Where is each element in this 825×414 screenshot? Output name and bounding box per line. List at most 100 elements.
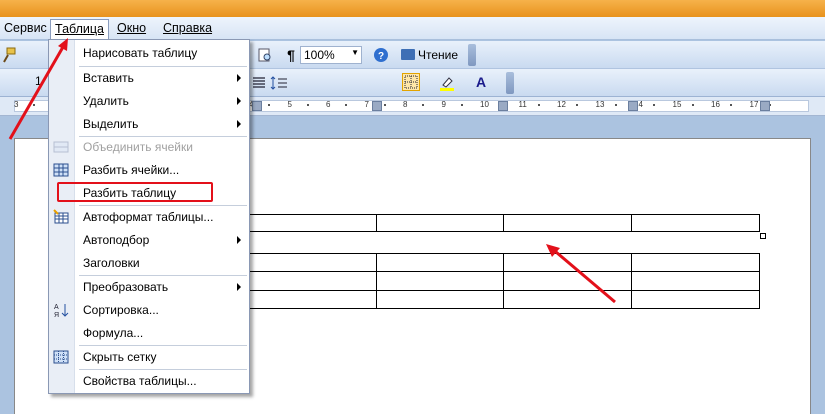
table-cell[interactable] [247,252,377,273]
ruler-column-marker[interactable] [760,101,770,111]
ruler-number: 9 [441,100,446,109]
menu-table-label: Таблица [55,22,105,36]
menu-item-sort[interactable]: Сортировка... [75,299,249,321]
ruler-number: 13 [595,100,605,109]
sort-icon: AЯ [53,302,69,319]
font-color-icon[interactable]: A [472,73,490,91]
table-autoformat-icon [53,209,69,225]
toolbar-grip[interactable] [468,44,476,66]
submenu-arrow-icon [237,74,241,82]
merge-cells-icon [53,139,69,155]
table-resize-handle[interactable] [760,233,766,239]
menu-item-label: Вставить [83,71,134,85]
menu-item-label: Формула... [83,326,144,340]
ruler-column-marker[interactable] [252,101,262,111]
menu-item-hide-gridlines[interactable]: Скрыть сетку [75,346,249,368]
table-cell[interactable] [631,271,760,291]
svg-text:?: ? [378,51,384,62]
table-cell[interactable] [503,271,633,291]
menu-item-table-autoformat[interactable]: Автоформат таблицы... [75,206,249,228]
menu-item-label: Удалить [83,94,129,108]
table-cell[interactable] [247,271,377,291]
submenu-arrow-icon [237,120,241,128]
menu-item-autofit[interactable]: Автоподбор [75,229,249,251]
ruler-column-marker[interactable] [372,101,382,111]
ruler-number: 3 [14,100,19,109]
borders-icon[interactable] [402,73,420,91]
menu-item-convert[interactable]: Преобразовать [75,276,249,298]
table-cell[interactable] [247,289,377,310]
menu-item-headings[interactable]: Заголовки [75,252,249,274]
menu-item-label: Скрыть сетку [83,350,157,364]
table-cell[interactable] [503,289,633,310]
toolbar-grip-2[interactable] [506,72,514,94]
submenu-arrow-icon [237,283,241,291]
ruler-tick [537,104,540,106]
ruler-tick [691,104,694,106]
zoom-value: 100% [304,48,335,62]
title-bar-strip [0,0,825,17]
chevron-down-icon: ▼ [351,48,359,57]
ruler-column-marker[interactable] [498,101,508,111]
submenu-arrow-icon [237,97,241,105]
table-cell[interactable] [247,214,377,232]
menu-item-label: Заголовки [83,256,140,270]
menu-item-formula[interactable]: Формула... [75,322,249,344]
ruler-tick [268,104,270,106]
ruler-number: 12 [557,100,566,109]
menu-bar: Сервис Таблица Окно Справка [0,17,825,40]
ruler-tick [345,104,347,106]
ruler-tick [614,104,617,106]
ruler-tick [33,104,35,106]
table-menu-dropdown: Нарисовать таблицу Вставить Удалить Выде… [48,39,250,394]
reading-label: Чтение [418,48,459,62]
font-size-partial[interactable]: 1 [35,74,42,88]
svg-text:Я: Я [54,312,59,318]
menu-table[interactable]: Таблица [50,19,110,40]
table-cell[interactable] [375,214,505,232]
table-cell[interactable] [375,271,505,291]
menu-item-insert[interactable]: Вставить [75,67,249,89]
table-cell[interactable] [631,214,760,232]
menu-item-table-properties[interactable]: Свойства таблицы... [75,370,249,392]
ruler-column-marker[interactable] [628,101,638,111]
menu-item-delete[interactable]: Удалить [75,90,249,112]
reading-button[interactable]: Чтение [401,46,458,64]
help-icon[interactable]: ? [372,46,390,64]
table-cell[interactable] [375,252,505,273]
menu-item-label: Выделить [83,117,139,131]
table-cell[interactable] [503,252,633,273]
table-cell[interactable] [631,289,760,310]
menu-item-label: Преобразовать [83,280,169,294]
pilcrow-icon[interactable]: ¶ [282,46,300,64]
menu-service[interactable]: Сервис [0,20,51,38]
ruler-number: 10 [480,100,489,109]
ruler-tick [576,104,578,106]
menu-window[interactable]: Окно [113,20,150,38]
ruler-tick [422,104,424,106]
book-icon [401,49,415,60]
split-cells-icon [53,162,69,178]
table-cell[interactable] [631,252,760,273]
menu-help[interactable]: Справка [159,20,216,38]
table-cell[interactable] [503,214,633,232]
zoom-select[interactable]: 100% ▼ [300,46,362,64]
highlight-icon[interactable] [438,74,456,92]
menu-item-draw-table[interactable]: Нарисовать таблицу [75,42,249,64]
menu-item-label: Свойства таблицы... [83,374,197,388]
line-spacing-icon[interactable] [270,74,288,92]
highlight-box [57,182,213,202]
gridlines-icon [53,349,69,365]
align-justify-icon[interactable] [250,74,268,92]
menu-item-split-cells[interactable]: Разбить ячейки... [75,159,249,181]
menu-window-label: Окно [117,21,147,35]
ruler-tick [653,104,655,106]
menu-item-label: Нарисовать таблицу [83,46,198,60]
table-cell[interactable] [375,289,505,310]
menu-item-label: Объединить ячейки [83,140,193,154]
menu-item-select[interactable]: Выделить [75,113,249,135]
menu-item-label: Автоподбор [83,233,150,247]
print-preview-icon[interactable] [256,46,274,64]
format-painter-icon[interactable] [0,46,18,64]
ruler-number: 5 [287,100,292,109]
